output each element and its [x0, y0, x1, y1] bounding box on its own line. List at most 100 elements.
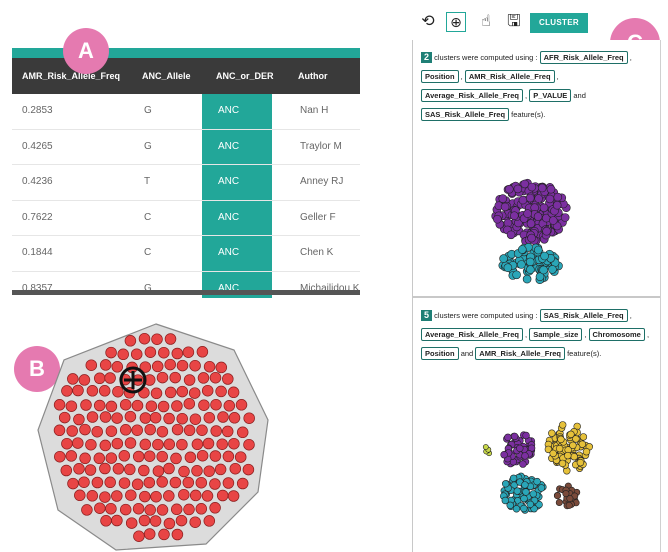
graph-node[interactable]: [227, 490, 240, 502]
graph-node[interactable]: [569, 441, 577, 450]
graph-node[interactable]: [99, 359, 112, 371]
graph-node[interactable]: [144, 504, 156, 516]
graph-node[interactable]: [510, 432, 519, 441]
graph-node[interactable]: [66, 425, 78, 437]
table-row[interactable]: 0.1844 C ANC Chen K: [12, 236, 360, 272]
graph-node[interactable]: [144, 346, 157, 358]
graph-node[interactable]: [53, 424, 66, 437]
graph-node[interactable]: [222, 373, 234, 385]
graph-node[interactable]: [539, 265, 548, 275]
graph-node[interactable]: [111, 412, 123, 424]
graph-node[interactable]: [542, 226, 551, 236]
graph-node[interactable]: [522, 431, 530, 440]
graph-node[interactable]: [196, 449, 209, 462]
graph-node[interactable]: [557, 435, 565, 444]
graph-node[interactable]: [527, 233, 536, 243]
graph-node[interactable]: [197, 372, 210, 384]
graph-node[interactable]: [175, 514, 188, 527]
graph-node[interactable]: [195, 476, 208, 489]
graph-node[interactable]: [138, 464, 150, 477]
graph-node[interactable]: [546, 184, 556, 194]
graph-node[interactable]: [164, 386, 177, 399]
graph-node[interactable]: [138, 514, 151, 527]
zoom-in-icon[interactable]: ⊕: [446, 12, 466, 32]
graph-node[interactable]: [86, 411, 99, 423]
graph-node[interactable]: [582, 448, 591, 456]
graph-node[interactable]: [500, 202, 510, 212]
graph-node[interactable]: [203, 411, 216, 424]
graph-node[interactable]: [558, 459, 567, 468]
graph-node[interactable]: [517, 260, 526, 269]
graph-node[interactable]: [112, 385, 124, 398]
reset-icon[interactable]: ⟲: [418, 12, 438, 32]
graph-node[interactable]: [143, 528, 156, 540]
graph-node[interactable]: [548, 429, 556, 437]
graph-node[interactable]: [65, 400, 78, 412]
graph-node[interactable]: [118, 477, 131, 489]
graph-node[interactable]: [169, 371, 181, 384]
graph-node[interactable]: [163, 438, 176, 451]
graph-node[interactable]: [189, 516, 201, 528]
graph-node[interactable]: [124, 335, 137, 347]
graph-node[interactable]: [171, 400, 183, 412]
graph-node[interactable]: [86, 490, 99, 502]
graph-node[interactable]: [518, 245, 527, 254]
save-icon[interactable]: 🖫: [504, 12, 524, 32]
graph-node[interactable]: [156, 425, 169, 438]
cluster-plot[interactable]: [413, 40, 663, 296]
graph-node[interactable]: [178, 488, 190, 501]
graph-node[interactable]: [506, 230, 516, 240]
graph-node[interactable]: [482, 444, 489, 450]
graph-node[interactable]: [91, 476, 104, 489]
graph-node[interactable]: [100, 515, 112, 527]
graph-node[interactable]: [119, 503, 132, 516]
graph-node[interactable]: [163, 490, 175, 502]
graph-node[interactable]: [501, 480, 510, 488]
graph-node[interactable]: [513, 184, 523, 194]
graph-node[interactable]: [104, 476, 116, 489]
graph-node[interactable]: [138, 332, 151, 345]
graph-node[interactable]: [548, 265, 557, 274]
graph-node[interactable]: [99, 411, 112, 423]
graph-node[interactable]: [210, 398, 222, 411]
graph-node[interactable]: [133, 530, 145, 542]
graph-node[interactable]: [498, 194, 508, 203]
graph-node[interactable]: [74, 489, 86, 502]
graph-node[interactable]: [163, 517, 176, 530]
graph-node[interactable]: [84, 464, 97, 476]
table-row[interactable]: 0.4265 G ANC Traylor M: [12, 129, 360, 165]
graph-node[interactable]: [203, 360, 216, 373]
graph-node[interactable]: [236, 426, 249, 439]
graph-node[interactable]: [513, 487, 522, 495]
graph-node[interactable]: [111, 361, 124, 373]
graph-node[interactable]: [223, 400, 236, 412]
graph-node[interactable]: [164, 358, 176, 371]
column-header[interactable]: ANC_or_DER: [216, 58, 274, 94]
graph-node[interactable]: [209, 450, 222, 462]
graph-node[interactable]: [537, 183, 547, 193]
graph-node[interactable]: [139, 412, 152, 424]
graph-node[interactable]: [176, 385, 189, 398]
graph-node[interactable]: [552, 200, 562, 210]
graph-node[interactable]: [79, 452, 91, 465]
graph-node[interactable]: [156, 504, 169, 516]
graph-node[interactable]: [228, 412, 241, 424]
graph-node[interactable]: [521, 452, 529, 460]
graph-node[interactable]: [149, 411, 162, 424]
graph-node[interactable]: [124, 410, 137, 423]
graph-node[interactable]: [61, 385, 73, 397]
cluster-button[interactable]: CLUSTER: [530, 13, 588, 33]
cluster-plot[interactable]: [413, 298, 663, 552]
graph-node[interactable]: [93, 372, 106, 385]
graph-node[interactable]: [73, 413, 85, 426]
graph-node[interactable]: [170, 452, 182, 465]
graph-node[interactable]: [519, 460, 527, 468]
graph-node[interactable]: [99, 491, 111, 503]
graph-node[interactable]: [118, 450, 131, 462]
graph-node[interactable]: [182, 346, 195, 358]
graph-node[interactable]: [131, 399, 144, 412]
graph-node[interactable]: [234, 451, 247, 463]
graph-node[interactable]: [124, 437, 137, 449]
graph-node[interactable]: [520, 494, 528, 503]
graph-node[interactable]: [203, 465, 215, 477]
